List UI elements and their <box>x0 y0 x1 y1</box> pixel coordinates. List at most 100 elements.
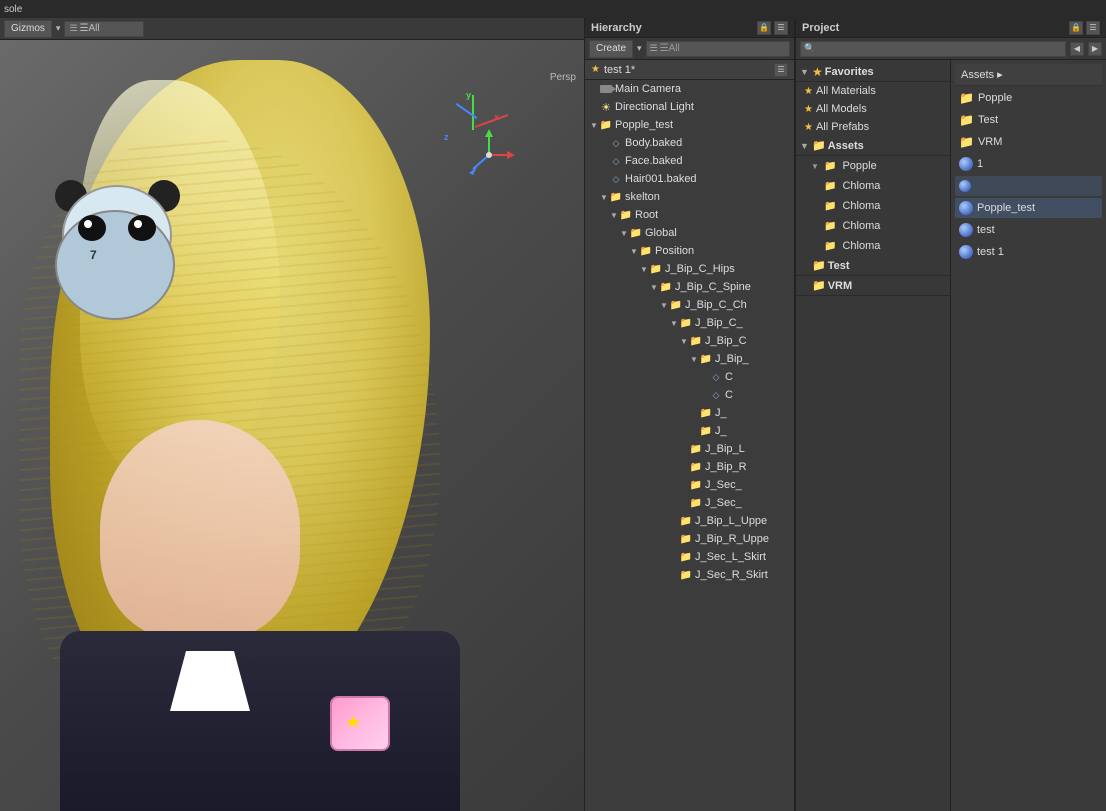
tree-expand-arrow: ▼ <box>689 355 699 364</box>
asset-item-vrm[interactable]: 📁 VRM <box>955 132 1102 152</box>
scene-tab-menu[interactable]: ☰ <box>774 63 788 77</box>
search-icon: ☰ <box>69 23 77 34</box>
asset-item-test[interactable]: 📁 Test <box>955 110 1102 130</box>
tree-item-icon-folder: 📁 <box>699 424 713 438</box>
hierarchy-item-root[interactable]: ▼📁Root <box>585 206 794 224</box>
hierarchy-menu-btn[interactable]: ☰ <box>774 21 788 35</box>
chloma1-folder-icon: 📁 <box>824 181 836 192</box>
vrm-section-header[interactable]: 📁 VRM <box>796 276 950 296</box>
assets-section-header[interactable]: ▼ 📁 Assets <box>796 136 950 156</box>
project-search-input[interactable] <box>817 43 1062 54</box>
fav-all-models-label: All Models <box>816 103 867 115</box>
hierarchy-item-j-sec-r-skirt[interactable]: 📁J_Sec_R_Skirt <box>585 566 794 584</box>
popple-folder-icon: 📁 <box>824 161 836 172</box>
viewport-toolbar: Gizmos ▾ ☰ ☰All <box>0 18 584 40</box>
hierarchy-item-body-baked[interactable]: ◇Body.baked <box>585 134 794 152</box>
fav-all-prefabs[interactable]: ★ All Prefabs <box>796 118 950 136</box>
asset-item-popple-test[interactable]: Popple_test <box>955 198 1102 218</box>
popple-expand-icon <box>810 162 820 171</box>
project-nav-next[interactable]: ▶ <box>1088 42 1102 56</box>
tree-expand-arrow: ▼ <box>619 229 629 238</box>
fav-all-materials[interactable]: ★ All Materials <box>796 82 950 100</box>
panda-eye-highlight-left <box>84 220 92 228</box>
test-section-header[interactable]: 📁 Test <box>796 256 950 276</box>
hierarchy-item-j-sec-1[interactable]: 📁J_Sec_ <box>585 476 794 494</box>
top-bar-label: sole <box>4 4 22 15</box>
tree-item-label: C <box>725 389 733 401</box>
chloma2-folder-icon: 📁 <box>824 201 836 212</box>
hierarchy-item-j-bip-l-upper[interactable]: 📁J_Bip_L_Uppe <box>585 512 794 530</box>
hierarchy-item-j2[interactable]: 📁J_ <box>585 422 794 440</box>
asset-test2-label: test <box>977 224 995 236</box>
tree-item-icon-folder: 📁 <box>699 352 713 366</box>
project-header: Project 🔒 ☰ <box>796 18 1106 38</box>
hierarchy-item-j-bip-4[interactable]: ▼📁J_Bip_ <box>585 350 794 368</box>
scene-tab-label[interactable]: test 1* <box>604 64 635 76</box>
assets-chloma2-folder[interactable]: 📁 Chloma <box>796 196 950 216</box>
hierarchy-list: Main Camera☀Directional Light▼📁Popple_te… <box>585 80 794 811</box>
asset-1-label: 1 <box>977 158 983 170</box>
tree-item-icon-folder: 📁 <box>689 334 703 348</box>
hierarchy-item-j-bip-c-spine[interactable]: ▼📁J_Bip_C_Spine <box>585 278 794 296</box>
assets-chloma4-folder[interactable]: 📁 Chloma <box>796 236 950 256</box>
panda-eye-highlight-right <box>134 220 142 228</box>
test-label: Test <box>828 260 850 272</box>
hierarchy-item-j-sec-2[interactable]: 📁J_Sec_ <box>585 494 794 512</box>
hierarchy-search-box[interactable]: ☰ ☰All <box>646 41 790 57</box>
tree-item-icon-folder: 📁 <box>649 262 663 276</box>
hierarchy-item-j-bip-c-3[interactable]: ▼📁J_Bip_C <box>585 332 794 350</box>
hierarchy-item-main-camera[interactable]: Main Camera <box>585 80 794 98</box>
project-search-box[interactable]: 🔍 <box>800 41 1066 57</box>
hierarchy-item-global[interactable]: ▼📁Global <box>585 224 794 242</box>
asset-item-popple[interactable]: 📁 Popple <box>955 88 1102 108</box>
hierarchy-item-face-baked[interactable]: ◇Face.baked <box>585 152 794 170</box>
tree-item-label: J_Bip_C_Ch <box>685 299 747 311</box>
hierarchy-item-skelton[interactable]: ▼📁skelton <box>585 188 794 206</box>
hierarchy-item-popple-test[interactable]: ▼📁Popple_test <box>585 116 794 134</box>
popple-folder-label: Popple <box>842 160 876 172</box>
project-nav-prev[interactable]: ◀ <box>1070 42 1084 56</box>
hierarchy-item-j-bip-r-upper[interactable]: 📁J_Bip_R_Uppe <box>585 530 794 548</box>
hierarchy-item-j-bip-l[interactable]: 📁J_Bip_L <box>585 440 794 458</box>
hierarchy-item-j-bip-c-2[interactable]: ▼📁J_Bip_C_ <box>585 314 794 332</box>
tree-item-icon-folder: 📁 <box>679 514 693 528</box>
hierarchy-item-j1[interactable]: 📁J_ <box>585 404 794 422</box>
tree-item-icon-folder: 📁 <box>599 118 613 132</box>
hierarchy-item-dir-light[interactable]: ☀Directional Light <box>585 98 794 116</box>
hierarchy-panel: Hierarchy 🔒 ☰ Create ▾ ☰ ☰All ★ test 1* … <box>585 18 795 811</box>
asset-item-test2[interactable]: test <box>955 220 1102 240</box>
gizmos-button[interactable]: Gizmos <box>4 20 52 38</box>
assets-chloma3-folder[interactable]: 📁 Chloma <box>796 216 950 236</box>
assets-popple-folder[interactable]: 📁 Popple <box>796 156 950 176</box>
hierarchy-item-j-bip-c-hips[interactable]: ▼📁J_Bip_C_Hips <box>585 260 794 278</box>
asset-item-2-highlighted[interactable] <box>955 176 1102 196</box>
vrm-label: VRM <box>828 280 852 292</box>
hierarchy-create-btn[interactable]: Create <box>589 40 633 58</box>
asset-item-test1[interactable]: test 1 <box>955 242 1102 262</box>
hierarchy-item-j-bip-r[interactable]: 📁J_Bip_R <box>585 458 794 476</box>
hierarchy-item-j-bip-c-ch[interactable]: ▼📁J_Bip_C_Ch <box>585 296 794 314</box>
assets-breadcrumb-text: Assets ▸ <box>961 68 1003 81</box>
panda-eye-right <box>128 215 156 241</box>
viewport-panel: Gizmos ▾ ☰ ☰All 7 <box>0 18 585 811</box>
face-area <box>100 420 300 640</box>
fav-all-models[interactable]: ★ All Models <box>796 100 950 118</box>
fav-all-prefabs-icon: ★ <box>804 122 813 133</box>
hierarchy-toolbar: Create ▾ ☰ ☰All <box>585 38 794 60</box>
project-search-icon: 🔍 <box>804 43 815 54</box>
assets-chloma1-folder[interactable]: 📁 Chloma <box>796 176 950 196</box>
tree-item-label: Body.baked <box>625 137 682 149</box>
hierarchy-item-j-sec-l-skirt[interactable]: 📁J_Sec_L_Skirt <box>585 548 794 566</box>
hierarchy-item-position[interactable]: ▼📁Position <box>585 242 794 260</box>
gizmos-dropdown-arrow: ▾ <box>56 23 61 34</box>
favorites-section-header[interactable]: ▼ ★ Favorites <box>796 62 950 82</box>
project-lock-btn[interactable]: 🔒 <box>1069 21 1083 35</box>
tree-item-label: C <box>725 371 733 383</box>
tree-item-label: J_Bip_ <box>715 353 749 365</box>
asset-item-1[interactable]: 1 <box>955 154 1102 174</box>
project-menu-btn[interactable]: ☰ <box>1086 21 1100 35</box>
hierarchy-item-hair001-baked[interactable]: ◇Hair001.baked <box>585 170 794 188</box>
hierarchy-item-c1[interactable]: ◇C <box>585 368 794 386</box>
hierarchy-item-c2[interactable]: ◇C <box>585 386 794 404</box>
hierarchy-lock-btn[interactable]: 🔒 <box>757 21 771 35</box>
